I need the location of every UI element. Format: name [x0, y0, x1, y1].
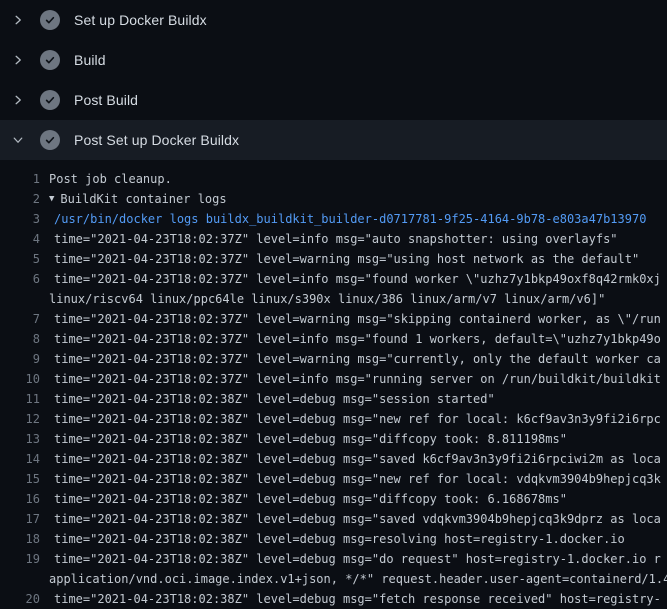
log-text: time="2021-04-23T18:02:37Z" level=warnin… — [54, 309, 661, 329]
log-line: 15 time="2021-04-23T18:02:38Z" level=debu… — [0, 469, 667, 489]
log-text: time="2021-04-23T18:02:38Z" level=debug … — [54, 449, 661, 469]
line-number[interactable]: 13 — [0, 429, 40, 449]
line-number — [0, 569, 40, 589]
log-text: time="2021-04-23T18:02:37Z" level=warnin… — [54, 349, 661, 369]
log-text: time="2021-04-23T18:02:37Z" level=warnin… — [54, 249, 639, 269]
chevron-down-icon — [12, 134, 24, 146]
line-number[interactable]: 2 — [0, 189, 40, 209]
log-line: 3/usr/bin/docker logs buildx_buildkit_bu… — [0, 209, 667, 229]
log-text: time="2021-04-23T18:02:38Z" level=debug … — [54, 389, 495, 409]
line-number[interactable]: 19 — [0, 549, 40, 569]
check-circle-icon — [40, 10, 60, 30]
log-line: 4 time="2021-04-23T18:02:37Z" level=info … — [0, 229, 667, 249]
log-line: 17 time="2021-04-23T18:02:38Z" level=debu… — [0, 509, 667, 529]
line-number[interactable]: 4 — [0, 229, 40, 249]
log-line: linux/riscv64 linux/ppc64le linux/s390x … — [0, 289, 667, 309]
line-number[interactable]: 6 — [0, 269, 40, 289]
log-line: application/vnd.oci.image.index.v1+json,… — [0, 569, 667, 589]
line-number[interactable]: 10 — [0, 369, 40, 389]
log-line: 13 time="2021-04-23T18:02:38Z" level=debu… — [0, 429, 667, 449]
log-text: time="2021-04-23T18:02:37Z" level=info m… — [54, 229, 618, 249]
step-label: Build — [74, 52, 106, 68]
log-line: 16 time="2021-04-23T18:02:38Z" level=debu… — [0, 489, 667, 509]
log-line: 6 time="2021-04-23T18:02:37Z" level=info … — [0, 269, 667, 289]
log-line: 11 time="2021-04-23T18:02:38Z" level=debu… — [0, 389, 667, 409]
log-text: time="2021-04-23T18:02:38Z" level=debug … — [54, 429, 567, 449]
line-number[interactable]: 8 — [0, 329, 40, 349]
log-text: Post job cleanup. — [49, 169, 172, 189]
step-label: Set up Docker Buildx — [74, 12, 207, 28]
log-line: 14 time="2021-04-23T18:02:38Z" level=debu… — [0, 449, 667, 469]
log-text: time="2021-04-23T18:02:37Z" level=info m… — [54, 269, 661, 289]
chevron-right-icon — [12, 14, 24, 26]
line-number[interactable]: 7 — [0, 309, 40, 329]
log-group-toggle-icon[interactable]: ▼ — [49, 189, 54, 209]
log-text: time="2021-04-23T18:02:38Z" level=debug … — [54, 589, 661, 609]
log-line: 5 time="2021-04-23T18:02:37Z" level=warni… — [0, 249, 667, 269]
log-text: time="2021-04-23T18:02:37Z" level=info m… — [54, 329, 661, 349]
log-line: 12 time="2021-04-23T18:02:38Z" level=debu… — [0, 409, 667, 429]
log-text: time="2021-04-23T18:02:38Z" level=debug … — [54, 529, 625, 549]
line-number[interactable]: 14 — [0, 449, 40, 469]
log-text: time="2021-04-23T18:02:38Z" level=debug … — [54, 409, 661, 429]
step-list: Set up Docker Buildx Build Post Build Po… — [0, 0, 667, 160]
check-circle-icon — [40, 90, 60, 110]
log-line: 20 time="2021-04-23T18:02:38Z" level=debu… — [0, 589, 667, 609]
check-circle-icon — [40, 50, 60, 70]
log-text: time="2021-04-23T18:02:38Z" level=debug … — [54, 509, 661, 529]
line-number[interactable]: 17 — [0, 509, 40, 529]
step-label: Post Set up Docker Buildx — [74, 132, 239, 148]
step-row-build[interactable]: Build — [0, 40, 667, 80]
log-text: time="2021-04-23T18:02:38Z" level=debug … — [54, 469, 661, 489]
step-row-set-up-docker-buildx[interactable]: Set up Docker Buildx — [0, 0, 667, 40]
log-text: application/vnd.oci.image.index.v1+json,… — [49, 569, 667, 589]
log-text: time="2021-04-23T18:02:38Z" level=debug … — [54, 489, 567, 509]
line-number[interactable]: 20 — [0, 589, 40, 609]
log-text: linux/riscv64 linux/ppc64le linux/s390x … — [49, 289, 605, 309]
line-number[interactable]: 1 — [0, 169, 40, 189]
line-number[interactable]: 18 — [0, 529, 40, 549]
log-line: 8 time="2021-04-23T18:02:37Z" level=info … — [0, 329, 667, 349]
log-line: 7 time="2021-04-23T18:02:37Z" level=warni… — [0, 309, 667, 329]
line-number[interactable]: 3 — [0, 209, 40, 229]
log-line: 10 time="2021-04-23T18:02:37Z" level=info… — [0, 369, 667, 389]
log-line: 1 Post job cleanup. — [0, 169, 667, 189]
log-line: 19 time="2021-04-23T18:02:38Z" level=debu… — [0, 549, 667, 569]
line-number — [0, 289, 40, 309]
log-line: 18 time="2021-04-23T18:02:38Z" level=debu… — [0, 529, 667, 549]
log-text: time="2021-04-23T18:02:38Z" level=debug … — [54, 549, 661, 569]
log-text: time="2021-04-23T18:02:37Z" level=info m… — [54, 369, 661, 389]
log-text: BuildKit container logs — [60, 189, 226, 209]
line-number[interactable]: 5 — [0, 249, 40, 269]
chevron-right-icon — [12, 54, 24, 66]
log-line: 9 time="2021-04-23T18:02:37Z" level=warni… — [0, 349, 667, 369]
line-number[interactable]: 15 — [0, 469, 40, 489]
chevron-right-icon — [12, 94, 24, 106]
step-label: Post Build — [74, 92, 138, 108]
line-number[interactable]: 11 — [0, 389, 40, 409]
log-command-text: /usr/bin/docker logs buildx_buildkit_bui… — [54, 209, 646, 229]
step-row-post-set-up-docker-buildx[interactable]: Post Set up Docker Buildx — [0, 120, 667, 160]
log-output: 1 Post job cleanup. 2 ▼ BuildKit container l… — [0, 160, 667, 609]
line-number[interactable]: 16 — [0, 489, 40, 509]
log-line: 2 ▼ BuildKit container logs — [0, 189, 667, 209]
step-row-post-build[interactable]: Post Build — [0, 80, 667, 120]
check-circle-icon — [40, 130, 60, 150]
line-number[interactable]: 9 — [0, 349, 40, 369]
line-number[interactable]: 12 — [0, 409, 40, 429]
